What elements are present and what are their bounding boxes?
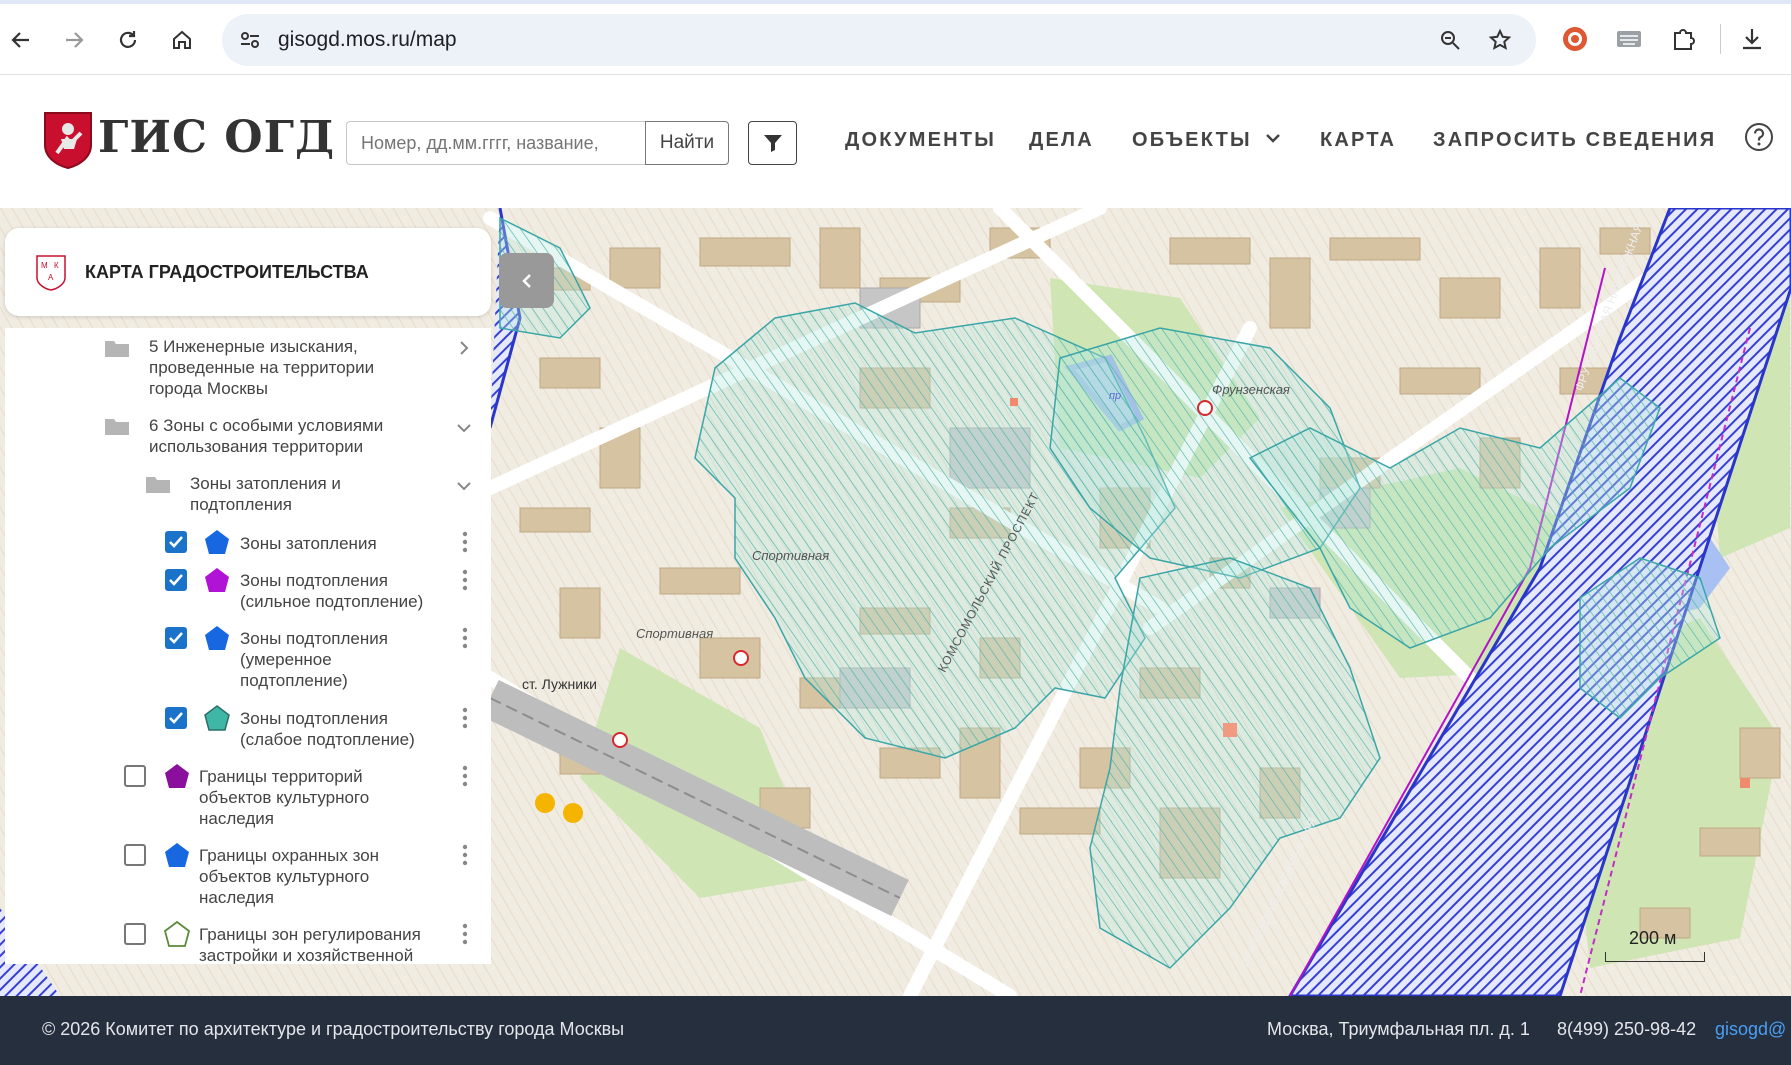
bookmark-star-icon[interactable] <box>1484 24 1516 56</box>
tab-strip <box>0 0 1791 4</box>
folder-icon <box>146 477 170 493</box>
more-options-icon[interactable] <box>461 923 469 945</box>
layer-panel-header: М К А КАРТА ГРАДОСТРОИТЕЛЬСТВА <box>5 228 491 316</box>
site-footer: © 2026 Комитет по архитектуре и градостр… <box>0 996 1791 1065</box>
more-options-icon[interactable] <box>461 844 469 866</box>
filter-button[interactable] <box>748 121 797 165</box>
forward-icon[interactable] <box>56 22 92 58</box>
layer-label-strong-underflood: Зоны подтопления (сильное подтопление) <box>240 571 424 611</box>
polygon-legend-icon <box>204 705 230 731</box>
nav-cases[interactable]: ДЕЛА <box>1029 129 1094 152</box>
map-label-sportivnaya-2: Спортивная <box>636 626 714 641</box>
layer-checkbox-heritage-territories[interactable] <box>124 765 146 787</box>
layer-group-special-zones[interactable]: 6 Зоны с особыми условиями использования… <box>149 415 409 457</box>
back-icon[interactable] <box>3 22 39 58</box>
polygon-legend-icon <box>205 626 229 650</box>
layer-label-weak-underflood: Зоны подтопления (слабое подтопление) <box>240 709 415 749</box>
layer-checkbox-weak-underflood[interactable] <box>165 707 187 729</box>
chevron-down-icon <box>1265 134 1280 143</box>
collapse-panel-button[interactable] <box>499 253 554 308</box>
map-label-pond: пр <box>1109 390 1122 402</box>
chevron-down-icon[interactable] <box>456 478 472 494</box>
footer-email-link[interactable]: gisogd@ <box>1715 1019 1786 1040</box>
zoom-icon[interactable] <box>1434 24 1466 56</box>
map-label-sportivnaya: Спортивная <box>752 548 830 563</box>
download-icon[interactable] <box>1735 22 1769 56</box>
map-label-frunzenskaya: Фрунзенская <box>1212 382 1290 397</box>
url-text[interactable]: gisogd.mos.ru/map <box>278 28 457 52</box>
folder-icon <box>105 341 129 357</box>
duckduckgo-extension-icon[interactable] <box>1558 22 1592 56</box>
nav-objects[interactable]: ОБЪЕКТЫ <box>1132 129 1282 152</box>
extensions-puzzle-icon[interactable] <box>1666 22 1700 56</box>
filter-icon <box>763 135 782 152</box>
layer-group-flood-zones[interactable]: Зоны затопления и подтопления <box>190 473 390 515</box>
mka-logo-icon: М К А <box>35 254 67 292</box>
chevron-down-icon[interactable] <box>456 420 472 436</box>
polygon-legend-icon <box>205 568 229 592</box>
browser-toolbar: gisogd.mos.ru/map <box>0 0 1791 75</box>
chevron-right-icon[interactable] <box>456 340 472 356</box>
nav-request[interactable]: ЗАПРОСИТЬ СВЕДЕНИЯ <box>1433 129 1716 152</box>
layer-label-flood: Зоны затопления <box>240 534 377 553</box>
nav-map[interactable]: КАРТА <box>1320 129 1396 152</box>
chevron-left-icon <box>521 273 531 288</box>
layer-checkbox-heritage-protection[interactable] <box>124 844 146 866</box>
checkmark-icon <box>169 632 183 644</box>
help-icon[interactable] <box>1744 122 1774 152</box>
map-label-luzhniki: ст. Лужники <box>522 676 598 692</box>
map-scale: 200 м <box>1605 928 1705 962</box>
layer-checkbox-strong-underflood[interactable] <box>165 569 187 591</box>
layer-checkbox-flood[interactable] <box>165 531 187 553</box>
site-settings-icon[interactable] <box>234 24 266 56</box>
layer-checkbox-moderate-underflood[interactable] <box>165 627 187 649</box>
layer-checkbox-regulation-zones[interactable] <box>124 923 146 945</box>
layer-label-heritage-protection: Границы охранных зон объектов культурног… <box>199 846 380 907</box>
moscow-emblem-icon[interactable] <box>43 111 93 170</box>
more-options-icon[interactable] <box>461 765 469 787</box>
checkmark-icon <box>169 712 183 724</box>
footer-phone[interactable]: 8(499) 250-98-42 <box>1557 1019 1696 1040</box>
more-options-icon[interactable] <box>461 531 469 553</box>
more-options-icon[interactable] <box>461 707 469 729</box>
home-icon[interactable] <box>164 22 200 58</box>
footer-copyright: © 2026 Комитет по архитектуре и градостр… <box>42 1019 625 1039</box>
search-button[interactable]: Найти <box>645 121 729 165</box>
scale-bar <box>1605 952 1705 962</box>
polygon-legend-icon <box>165 843 189 867</box>
polygon-legend-icon <box>205 530 229 554</box>
site-logo-text[interactable]: ГИС ОГД <box>98 112 335 163</box>
polygon-legend-icon <box>165 764 189 788</box>
address-bar[interactable]: gisogd.mos.ru/map <box>222 14 1536 66</box>
polygon-legend-icon <box>163 920 191 947</box>
layer-label-moderate-underflood: Зоны подтопления (умеренное подтопление) <box>240 629 388 690</box>
layer-tree: 5 Инженерные изыскания, проведенные на т… <box>5 328 491 964</box>
keyboard-extension-icon[interactable] <box>1612 22 1646 56</box>
layer-group-engineering-surveys[interactable]: 5 Инженерные изыскания, проведенные на т… <box>149 336 399 399</box>
nav-documents[interactable]: ДОКУМЕНТЫ <box>845 129 996 152</box>
svg-text:А: А <box>48 273 54 282</box>
checkmark-icon <box>169 574 183 586</box>
layer-label-heritage-territories: Границы территорий объектов культурного … <box>199 767 370 828</box>
reload-icon[interactable] <box>110 22 146 58</box>
footer-address: Москва, Триумфальная пл. д. 1 <box>1267 1019 1530 1039</box>
checkmark-icon <box>169 536 183 548</box>
svg-text:К: К <box>54 261 59 270</box>
more-options-icon[interactable] <box>461 569 469 591</box>
toolbar-divider <box>1720 24 1721 54</box>
more-options-icon[interactable] <box>461 627 469 649</box>
scale-label: 200 м <box>1629 928 1677 948</box>
nav-objects-label: ОБЪЕКТЫ <box>1132 129 1252 151</box>
panel-title: КАРТА ГРАДОСТРОИТЕЛЬСТВА <box>85 262 369 282</box>
folder-icon <box>105 419 129 435</box>
svg-text:М: М <box>41 261 48 270</box>
search-input[interactable] <box>346 121 646 165</box>
layer-label-regulation-zones: Границы зон регулирования застройки и хо… <box>199 925 421 964</box>
